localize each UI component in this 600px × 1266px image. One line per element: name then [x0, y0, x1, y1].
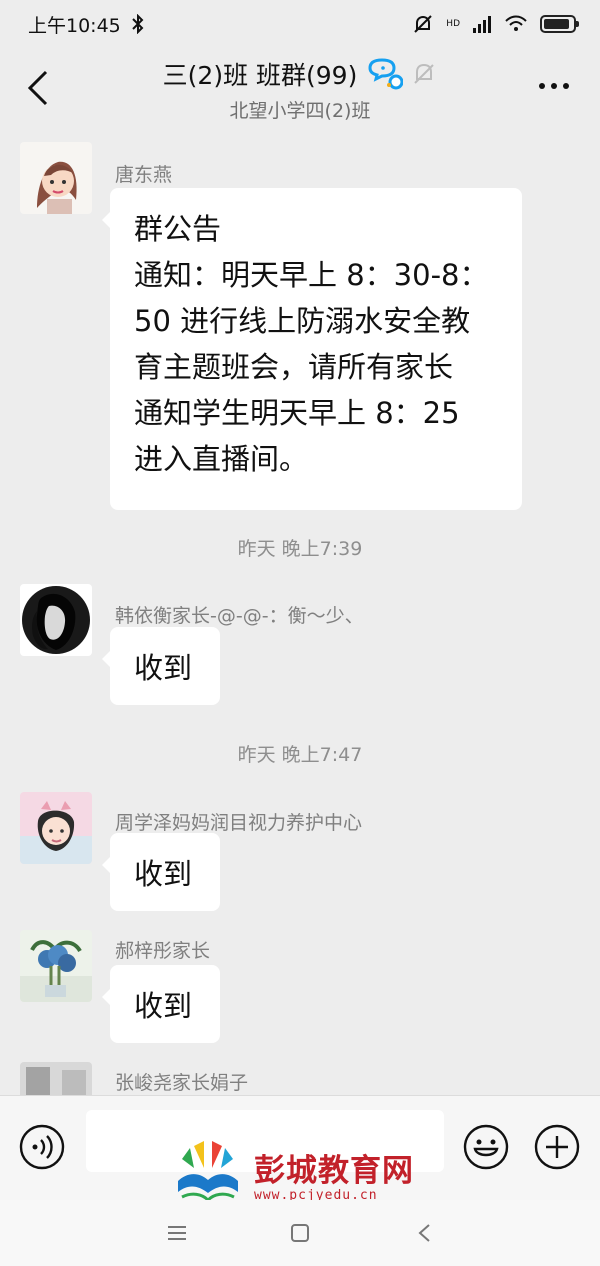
voice-icon[interactable] — [18, 1123, 66, 1171]
wifi-icon — [505, 15, 527, 31]
bluetooth-icon — [132, 14, 144, 34]
system-back-icon[interactable] — [411, 1219, 439, 1247]
reply-bubble[interactable]: 收到 — [102, 965, 220, 1043]
reply-bubble[interactable]: 收到 — [102, 833, 220, 911]
avatar-haozitong[interactable] — [20, 930, 92, 1002]
status-bar: 上午10:45 HD — [0, 0, 600, 48]
plus-icon[interactable] — [533, 1123, 581, 1171]
avatar-zhouxueze[interactable] — [20, 792, 92, 864]
mute-status-icon — [414, 15, 433, 33]
timestamp: 昨天 晚上7:47 — [237, 744, 363, 766]
status-time: 上午10:45 — [28, 14, 121, 37]
chat-header: 三(2)班 班群(99) 北望小学四(2)班 — [0, 48, 600, 130]
avatar-hanyiheng[interactable] — [20, 584, 92, 656]
chat-subtitle: 北望小学四(2)班 — [229, 100, 371, 122]
chat-messages: 唐东燕 群公告 通知：明天早上 8：30-8： 50 进行线上防溺水安全教 育主… — [0, 130, 600, 1095]
home-icon[interactable] — [286, 1219, 314, 1247]
announcement-body: 通知：明天早上 8：30-8： 50 进行线上防溺水安全教 育主题班会，请所有家… — [134, 258, 489, 476]
menu-icon[interactable] — [163, 1219, 191, 1247]
system-nav-bar — [0, 1200, 600, 1266]
avatar-tangdongyan[interactable] — [20, 142, 92, 214]
sender-name: 唐东燕 — [115, 164, 173, 186]
battery-icon — [540, 15, 579, 33]
message-text: 收到 — [134, 857, 193, 891]
title-row: 三(2)班 班群(99) — [0, 56, 600, 92]
mute-icon — [414, 63, 435, 84]
signal-label: HD — [446, 19, 460, 29]
signal-icon — [473, 16, 491, 33]
status-left: 上午10:45 — [28, 11, 145, 38]
status-right: HD — [412, 13, 579, 35]
timestamp: 昨天 晚上7:39 — [237, 538, 363, 560]
more-icon[interactable] — [536, 80, 572, 92]
sender-name: 韩依衡家长-@-@-：衡～少、 — [115, 605, 364, 627]
emoji-icon[interactable] — [462, 1123, 510, 1171]
message-text: 收到 — [134, 989, 193, 1023]
sender-name: 张峻尧家长娟子 — [115, 1072, 249, 1094]
announcement-bubble[interactable]: 群公告 通知：明天早上 8：30-8： 50 进行线上防溺水安全教 育主题班会，… — [102, 188, 522, 510]
avatar-zhangjunyao[interactable] — [20, 1062, 92, 1095]
message-text: 收到 — [134, 651, 193, 685]
chat-title: 三(2)班 班群(99) — [162, 61, 358, 90]
group-tag-icon — [368, 58, 404, 90]
sender-name: 郝梓彤家长 — [115, 940, 211, 962]
sender-name: 周学泽妈妈润目视力养护中心 — [115, 812, 363, 834]
announcement-title: 群公告 — [134, 212, 222, 246]
watermark-title: 彭城教育网 — [254, 1153, 414, 1189]
reply-bubble[interactable]: 收到 — [102, 627, 220, 705]
